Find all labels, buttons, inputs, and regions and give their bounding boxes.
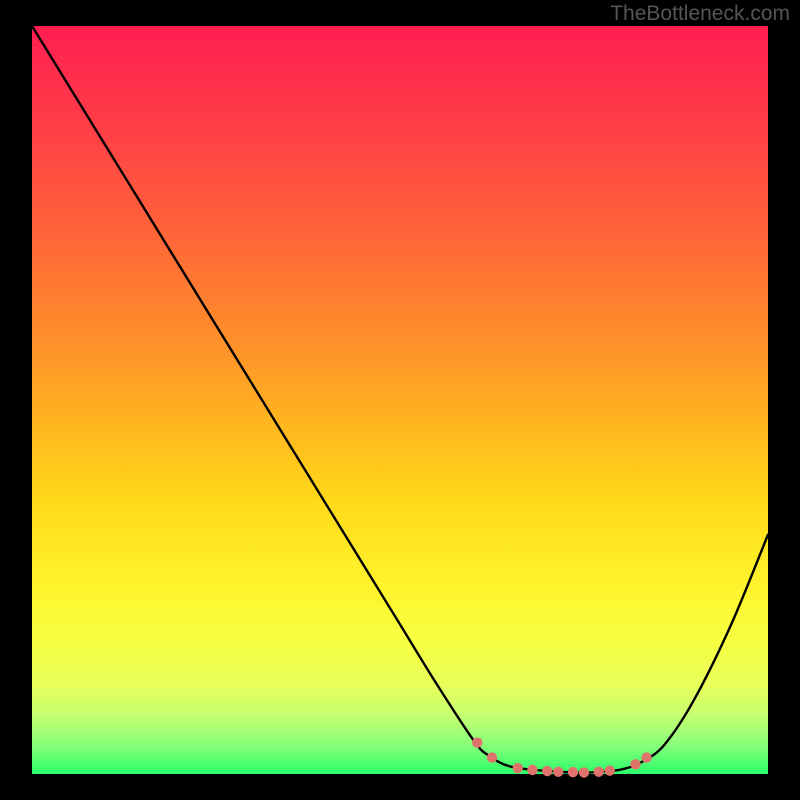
plot-area <box>32 26 768 774</box>
chart-svg <box>32 26 768 774</box>
bottleneck-curve <box>32 26 768 773</box>
watermark-text: TheBottleneck.com <box>610 2 790 26</box>
highlight-dot <box>605 765 615 775</box>
highlight-dot <box>579 767 589 777</box>
highlight-dot <box>641 752 651 762</box>
highlight-dot <box>594 767 604 777</box>
highlight-dot <box>487 752 497 762</box>
highlight-dots <box>472 737 652 777</box>
highlight-dot <box>553 767 563 777</box>
highlight-dot <box>568 767 578 777</box>
highlight-dot <box>472 737 482 747</box>
highlight-dot <box>513 763 523 773</box>
highlight-dot <box>527 765 537 775</box>
highlight-dot <box>630 759 640 769</box>
highlight-dot <box>542 766 552 776</box>
